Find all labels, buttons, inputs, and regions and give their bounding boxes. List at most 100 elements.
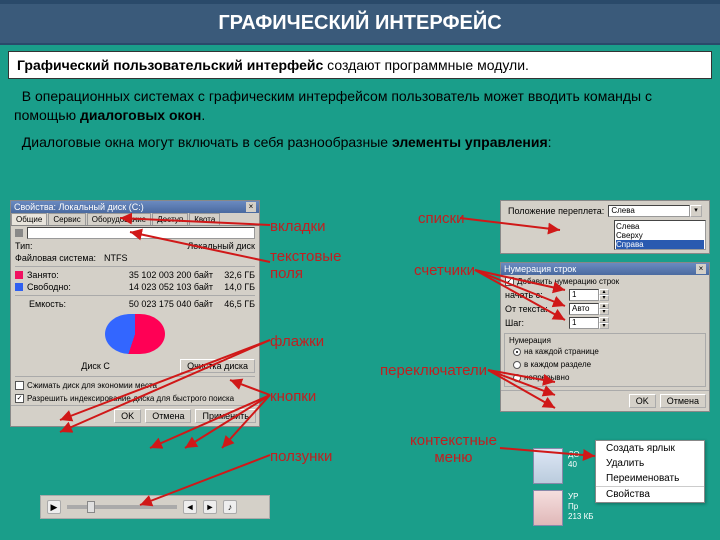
- media-slider-bar: ▶ ◄ ► ♪: [40, 495, 270, 519]
- radio-continuous[interactable]: [513, 374, 521, 382]
- context-menu: Создать ярлык Удалить Переименовать Свой…: [595, 440, 705, 503]
- ctx-properties[interactable]: Свойства: [596, 486, 704, 502]
- cancel-button[interactable]: Отмена: [145, 409, 191, 423]
- chk2-label: Разрешить индексирование диска для быстр…: [27, 394, 234, 403]
- drive-label-input[interactable]: [27, 227, 255, 239]
- step-label: Шаг:: [505, 318, 565, 328]
- file2-line1: УР: [568, 492, 578, 501]
- start-value[interactable]: 1: [569, 289, 599, 301]
- drive-icon: [15, 229, 23, 237]
- subtitle-bold: Графический пользовательский интерфейс: [17, 57, 323, 73]
- close-icon[interactable]: ×: [246, 202, 256, 212]
- cap-gb: 46,5 ГБ: [217, 299, 255, 309]
- ctx-create-shortcut[interactable]: Создать ярлык: [596, 441, 704, 456]
- word-doc-icon[interactable]: [533, 448, 563, 484]
- used-bytes: 35 102 003 200 байт: [129, 270, 213, 280]
- file2-line2: Пр: [568, 502, 578, 511]
- dialog-num-titlebar: Нумерация строк ×: [501, 263, 709, 275]
- chevron-down-icon[interactable]: ▾: [690, 205, 702, 217]
- ppt-doc-icon[interactable]: [533, 490, 563, 526]
- ok-button[interactable]: OK: [114, 409, 141, 423]
- label-buttons: кнопки: [270, 388, 316, 405]
- fs-label: Файловая система:: [15, 253, 96, 263]
- clean-button[interactable]: Очистка диска: [180, 359, 255, 373]
- play-icon[interactable]: ▶: [47, 500, 61, 514]
- r2-label: в каждом разделе: [524, 360, 591, 369]
- p2c: :: [548, 134, 552, 150]
- r1-label: на каждой странице: [524, 347, 599, 356]
- used-label: Занято:: [27, 270, 59, 280]
- label-textfields: текстовые поля: [270, 248, 341, 282]
- from-value[interactable]: Авто: [569, 303, 599, 315]
- paragraph-1: В операционных системах с графическим ин…: [14, 87, 706, 125]
- next-icon[interactable]: ►: [203, 500, 217, 514]
- combo-value: Слева: [608, 205, 690, 217]
- list-field-label: Положение переплета:: [508, 206, 604, 216]
- from-label: От текста:: [505, 304, 565, 314]
- checkbox-add-numbering[interactable]: ✓: [505, 277, 514, 286]
- cancel-button[interactable]: Отмена: [660, 394, 706, 408]
- p2b: элементы управления: [392, 134, 548, 150]
- type-label: Тип:: [15, 241, 33, 251]
- step-stepper[interactable]: 1 ▴▾: [569, 317, 609, 329]
- tab-quota[interactable]: Квота: [189, 213, 220, 225]
- close-icon[interactable]: ×: [696, 264, 706, 274]
- checkbox-index[interactable]: ✓: [15, 394, 24, 403]
- tab-hardware[interactable]: Оборудование: [87, 213, 151, 225]
- volume-icon[interactable]: ♪: [223, 500, 237, 514]
- subtitle-box: Графический пользовательский интерфейс с…: [8, 51, 712, 79]
- list-item[interactable]: Слева: [616, 222, 704, 231]
- tab-service[interactable]: Сервис: [48, 213, 85, 225]
- checkbox-compress[interactable]: [15, 381, 24, 390]
- disk-label: Диск C: [81, 361, 110, 371]
- r3-label: непрерывно: [524, 373, 569, 382]
- start-label: начать с:: [505, 290, 565, 300]
- step-value[interactable]: 1: [569, 317, 599, 329]
- dialog-properties: Свойства: Локальный диск (C:) × Общие Се…: [10, 200, 260, 427]
- start-stepper[interactable]: 1 ▴▾: [569, 289, 609, 301]
- used-swatch: [15, 271, 23, 279]
- chevron-down-icon[interactable]: ▾: [599, 323, 609, 329]
- list-item[interactable]: Справа: [616, 240, 704, 249]
- prev-icon[interactable]: ◄: [183, 500, 197, 514]
- chevron-down-icon[interactable]: ▾: [599, 309, 609, 315]
- listbox[interactable]: Слева Сверху Справа: [614, 220, 706, 250]
- subtitle-rest: создают программные модули.: [323, 57, 529, 73]
- tabs-row: Общие Сервис Оборудование Доступ Квота: [11, 213, 259, 226]
- slider-track[interactable]: [67, 505, 177, 509]
- label-sliders: ползунки: [270, 448, 332, 465]
- tab-share[interactable]: Доступ: [152, 213, 188, 225]
- paragraph-2: Диалоговые окна могут включать в себя ра…: [14, 133, 706, 152]
- apply-button[interactable]: Применить: [195, 409, 256, 423]
- radio-each-page[interactable]: [513, 348, 521, 356]
- fs-value: NTFS: [104, 253, 128, 263]
- label-tabs: вкладки: [270, 218, 326, 235]
- group-label: Нумерация: [509, 336, 701, 345]
- file1-line2: 40: [568, 460, 577, 469]
- dialog-titlebar: Свойства: Локальный диск (C:) ×: [11, 201, 259, 213]
- list-item[interactable]: Сверху: [616, 231, 704, 240]
- cap-bytes: 50 023 175 040 байт: [129, 299, 213, 309]
- dialog-numbering: Нумерация строк × ✓Добавить нумерацию ст…: [500, 262, 710, 412]
- ok-button[interactable]: OK: [629, 394, 656, 408]
- slider-thumb[interactable]: [87, 501, 95, 513]
- free-swatch: [15, 283, 23, 291]
- used-gb: 32,6 ГБ: [217, 270, 255, 280]
- chevron-down-icon[interactable]: ▾: [599, 295, 609, 301]
- dialog-list-fragment: Положение переплета: Слева ▾ Слева Сверх…: [500, 200, 710, 254]
- radio-each-section[interactable]: [513, 361, 521, 369]
- dialog-num-title: Нумерация строк: [504, 264, 576, 274]
- slide-title: ГРАФИЧЕСКИЙ ИНТЕРФЕЙС: [0, 0, 720, 45]
- ctx-delete[interactable]: Удалить: [596, 456, 704, 471]
- ctx-rename[interactable]: Переименовать: [596, 471, 704, 486]
- free-label: Свободно:: [27, 282, 71, 292]
- tab-general[interactable]: Общие: [11, 213, 47, 225]
- chk-add-label: Добавить нумерацию строк: [517, 277, 619, 286]
- label-radios: переключатели: [380, 362, 487, 379]
- free-gb: 14,0 ГБ: [217, 282, 255, 292]
- p1c: .: [201, 107, 205, 123]
- binding-combo[interactable]: Слева ▾: [608, 205, 702, 217]
- from-stepper[interactable]: Авто ▴▾: [569, 303, 609, 315]
- file2-line3: 213 КБ: [568, 512, 593, 521]
- file1-line1: ДО: [568, 450, 580, 459]
